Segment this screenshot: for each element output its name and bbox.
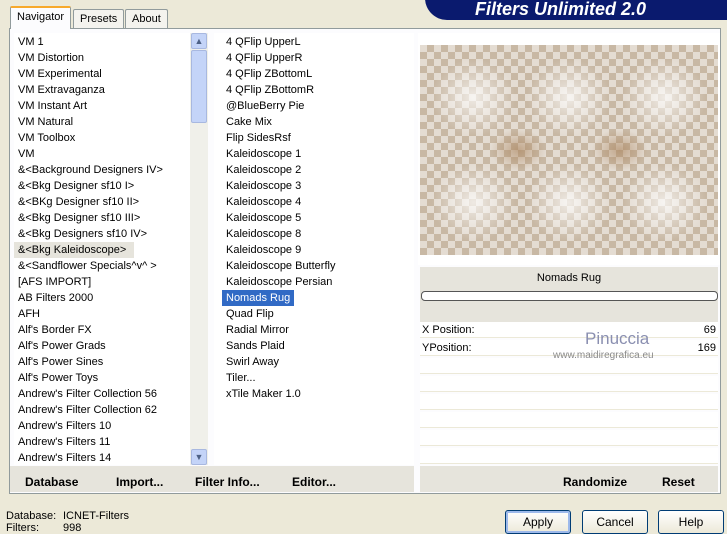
list-item[interactable]: Andrew's Filters 10 (14, 418, 190, 434)
list-item[interactable]: Sands Plaid (222, 338, 414, 354)
list-item[interactable]: Kaleidoscope 3 (222, 178, 414, 194)
filters-count-value: 998 (63, 522, 82, 534)
preview-image (420, 45, 718, 255)
category-list[interactable]: VM 1 VM Distortion VM Experimental VM Extra… (14, 33, 190, 465)
param-label: X Position: (422, 324, 475, 336)
param-value: 169 (697, 342, 716, 354)
apply-button[interactable]: Apply (505, 510, 571, 534)
tab-about[interactable]: About (125, 9, 168, 29)
param-empty (420, 394, 718, 410)
list-item[interactable]: VM Toolbox (14, 130, 190, 146)
list-item[interactable]: Swirl Away (222, 354, 414, 370)
list-item[interactable]: VM Instant Art (14, 98, 190, 114)
tab-label: About (132, 13, 161, 25)
list-item[interactable]: AFH (14, 306, 190, 322)
preview-filter-name: Nomads Rug (536, 272, 602, 284)
filters-count-label: Filters: (6, 522, 39, 534)
list-item[interactable]: Radial Mirror (222, 322, 414, 338)
app-title: Filters Unlimited 2.0 (475, 0, 647, 19)
param-empty (420, 412, 718, 428)
list-item[interactable]: AB Filters 2000 (14, 290, 190, 306)
filter-list[interactable]: 4 QFlip UpperL 4 QFlip UpperR 4 QFlip ZBot… (214, 33, 414, 465)
list-item[interactable]: VM 1 (14, 34, 190, 50)
list-item[interactable]: @BlueBerry Pie (222, 98, 414, 114)
import-button[interactable]: Import... (116, 475, 163, 489)
progress-bar (421, 291, 718, 301)
randomize-button[interactable]: Randomize (563, 475, 627, 489)
editor-button[interactable]: Editor... (292, 475, 336, 489)
list-item[interactable]: VM Extravaganza (14, 82, 190, 98)
list-item[interactable]: 4 QFlip UpperR (222, 50, 414, 66)
tab-label: Navigator (17, 11, 65, 23)
list-item[interactable]: Alf's Power Toys (14, 370, 190, 386)
list-item[interactable]: Kaleidoscope 5 (222, 210, 414, 226)
list-item[interactable]: 4 QFlip ZBottomR (222, 82, 414, 98)
list-item[interactable]: VM Distortion (14, 50, 190, 66)
list-item[interactable]: VM Natural (14, 114, 190, 130)
list-item[interactable]: 4 QFlip UpperL (222, 34, 414, 50)
param-empty (420, 448, 718, 464)
list-item[interactable]: Kaleidoscope Persian (222, 274, 414, 290)
list-item[interactable]: Quad Flip (222, 306, 414, 322)
list-item[interactable]: Tiler... (222, 370, 414, 386)
list-item[interactable]: Flip SidesRsf (222, 130, 414, 146)
filter-info-button[interactable]: Filter Info... (195, 475, 260, 489)
list-item[interactable]: Kaleidoscope 1 (222, 146, 414, 162)
scroll-down-icon[interactable]: ▼ (191, 449, 207, 465)
tab-presets[interactable]: Presets (73, 9, 125, 29)
list-item[interactable]: VM (14, 146, 190, 162)
list-item[interactable]: &<Bkg Designer sf10 I> (14, 178, 190, 194)
watermark-url: www.maidiregrafica.eu (553, 350, 654, 361)
list-item[interactable]: Nomads Rug (222, 290, 295, 306)
param-value: 69 (703, 324, 716, 336)
list-item[interactable]: &<Background Designers IV> (14, 162, 190, 178)
list-item[interactable]: Alf's Power Grads (14, 338, 190, 354)
database-value: ICNET-Filters (63, 510, 129, 522)
list-item[interactable]: Kaleidoscope Butterfly (222, 258, 414, 274)
list-item[interactable]: Alf's Border FX (14, 322, 190, 338)
list-item[interactable]: &<Sandflower Specials^v^ > (14, 258, 190, 274)
list-item[interactable]: Andrew's Filter Collection 62 (14, 402, 190, 418)
list-item[interactable]: [AFS IMPORT] (14, 274, 190, 290)
list-item[interactable]: Andrew's Filters 14 (14, 450, 190, 465)
reset-button[interactable]: Reset (662, 475, 695, 489)
list-item[interactable]: &<Bkg Kaleidoscope> (14, 242, 135, 258)
list-item[interactable]: Kaleidoscope 8 (222, 226, 414, 242)
list-item[interactable]: Andrew's Filters 11 (14, 434, 190, 450)
list-item[interactable]: &<BKg Designer sf10 II> (14, 194, 190, 210)
list-item[interactable]: Kaleidoscope 2 (222, 162, 414, 178)
list-item[interactable]: Kaleidoscope 9 (222, 242, 414, 258)
list-item[interactable]: Andrew's Filter Collection 56 (14, 386, 190, 402)
scroll-up-icon[interactable]: ▲ (191, 33, 207, 49)
list-item[interactable]: Kaleidoscope 4 (222, 194, 414, 210)
tab-label: Presets (80, 13, 118, 25)
database-label: Database: (6, 510, 57, 522)
database-button[interactable]: Database (25, 475, 78, 489)
list-item[interactable]: VM Experimental (14, 66, 190, 82)
list-item[interactable]: Cake Mix (222, 114, 414, 130)
tab-navigator[interactable]: Navigator (10, 6, 72, 29)
list-item[interactable]: Alf's Power Sines (14, 354, 190, 370)
category-scrollbar[interactable]: ▲ ▼ (190, 33, 208, 465)
param-x-position[interactable]: X Position: 69 (420, 322, 718, 338)
list-item[interactable]: &<Bkg Designers sf10 IV> (14, 226, 190, 242)
cancel-button[interactable]: Cancel (582, 510, 648, 534)
param-label: YPosition: (422, 342, 472, 354)
help-button[interactable]: Help (658, 510, 724, 534)
param-empty (420, 376, 718, 392)
scrollbar-thumb[interactable] (191, 50, 207, 123)
app-title-banner: Filters Unlimited 2.0 (425, 0, 727, 20)
param-empty (420, 430, 718, 446)
watermark-name: Pinuccia (585, 329, 650, 348)
list-item[interactable]: 4 QFlip ZBottomL (222, 66, 414, 82)
list-item[interactable]: xTile Maker 1.0 (222, 386, 414, 402)
list-item[interactable]: &<Bkg Designer sf10 III> (14, 210, 190, 226)
